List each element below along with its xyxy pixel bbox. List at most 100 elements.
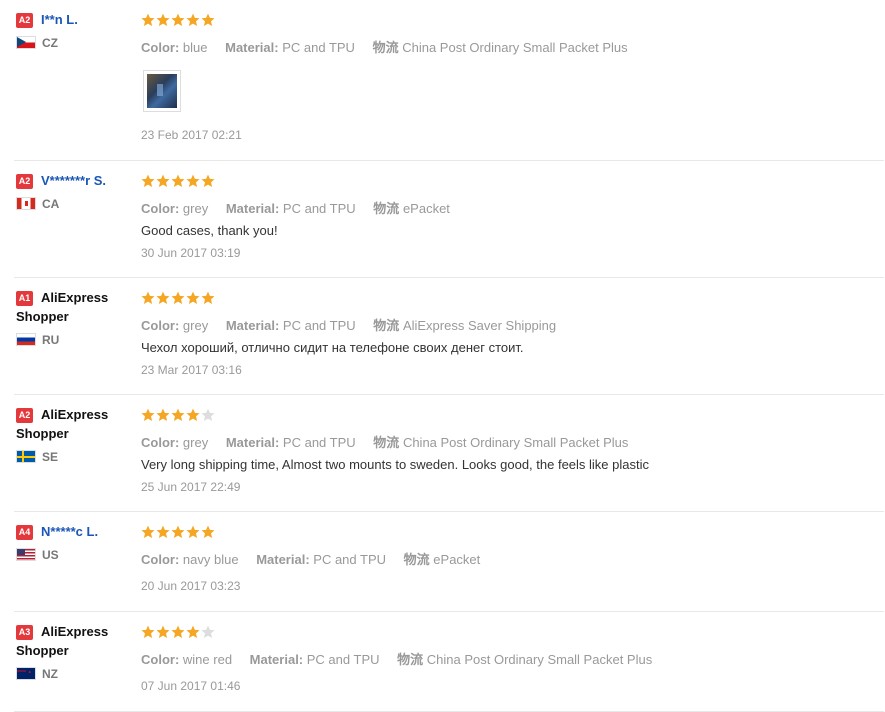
- review-item: A2 V*******r S. CA Color: grey Material: …: [14, 161, 884, 278]
- star-filled-icon: [141, 13, 155, 27]
- review-item: A2 I**n L. CZ Color: blue Material: PC an…: [14, 0, 884, 161]
- rating-stars: [141, 625, 216, 641]
- attr-color: wine red: [182, 652, 233, 667]
- product-attributes: Color: blue Material: PC and TPU 物流 Chin…: [141, 40, 628, 55]
- star-empty-icon: [201, 625, 215, 639]
- attr-shipping: China Post Ordinary Small Packet Plus: [426, 652, 653, 667]
- reviewer-name: AliExpress: [41, 624, 109, 639]
- star-filled-icon: [171, 625, 185, 639]
- star-filled-icon: [171, 13, 185, 27]
- attr-color: grey: [182, 318, 209, 333]
- product-attributes: Color: grey Material: PC and TPU 物流 Chin…: [141, 435, 629, 450]
- buyer-level-badge: A4: [16, 525, 33, 540]
- star-filled-icon: [186, 174, 200, 188]
- star-filled-icon: [186, 625, 200, 639]
- reviewer-country: SE: [16, 449, 136, 465]
- attr-shipping: ePacket: [433, 552, 481, 567]
- review-item: A3 AliExpress Shopper NZ Color: wine red …: [14, 612, 884, 712]
- star-filled-icon: [186, 525, 200, 539]
- reviewer-info: A2 V*******r S. CA: [16, 171, 136, 212]
- reviewer-name[interactable]: V*******r S.: [41, 173, 106, 188]
- reviewer-country: CA: [16, 196, 136, 212]
- star-filled-icon: [186, 291, 200, 305]
- star-filled-icon: [186, 13, 200, 27]
- star-filled-icon: [171, 525, 185, 539]
- reviewer-name-line2: Shopper: [16, 643, 69, 658]
- star-filled-icon: [156, 13, 170, 27]
- rating-stars: [141, 174, 216, 190]
- reviewer-info: A2 I**n L. CZ: [16, 10, 136, 51]
- star-filled-icon: [141, 291, 155, 305]
- product-attributes: Color: wine red Material: PC and TPU 物流 …: [141, 652, 653, 667]
- flag-nz-icon: [16, 664, 36, 680]
- review-item: A4 N*****c L. US Color: navy blue Materia…: [14, 512, 884, 612]
- flag-ru-icon: [16, 333, 36, 346]
- reviewer-info: A1 AliExpress Shopper RU: [16, 288, 136, 348]
- star-filled-icon: [141, 525, 155, 539]
- star-filled-icon: [171, 408, 185, 422]
- review-text: Good cases, thank you!: [141, 223, 278, 238]
- attr-material: PC and TPU: [282, 201, 356, 216]
- buyer-level-badge: A2: [16, 408, 33, 423]
- star-filled-icon: [201, 525, 215, 539]
- star-filled-icon: [156, 408, 170, 422]
- attr-shipping: China Post Ordinary Small Packet Plus: [402, 40, 628, 55]
- reviewer-name: AliExpress: [41, 407, 109, 422]
- star-filled-icon: [171, 291, 185, 305]
- buyer-level-badge: A2: [16, 174, 33, 189]
- reviewer-country: US: [16, 547, 136, 563]
- buyer-level-badge: A3: [16, 625, 33, 640]
- star-filled-icon: [186, 408, 200, 422]
- review-date: 25 Jun 2017 22:49: [141, 480, 241, 494]
- flag-ca-icon: [16, 197, 36, 210]
- reviewer-country: RU: [16, 332, 136, 348]
- star-filled-icon: [201, 174, 215, 188]
- rating-stars: [141, 13, 216, 29]
- star-empty-icon: [201, 408, 215, 422]
- attr-shipping: China Post Ordinary Small Packet Plus: [402, 435, 629, 450]
- attr-color: grey: [182, 435, 209, 450]
- review-text: Чехол хороший, отлично сидит на телефоне…: [141, 340, 524, 355]
- attr-shipping: ePacket: [402, 201, 450, 216]
- flag-se-icon: [16, 450, 36, 463]
- review-item: A2 AliExpress Shopper SE Color: grey Mate…: [14, 395, 884, 512]
- star-filled-icon: [156, 525, 170, 539]
- reviewer-name[interactable]: I**n L.: [41, 12, 78, 27]
- reviewer-info: A3 AliExpress Shopper NZ: [16, 622, 136, 682]
- attr-material: PC and TPU: [313, 552, 387, 567]
- rating-stars: [141, 408, 216, 424]
- buyer-level-badge: A2: [16, 13, 33, 28]
- reviewer-name[interactable]: N*****c L.: [41, 524, 98, 539]
- star-filled-icon: [156, 174, 170, 188]
- product-attributes: Color: grey Material: PC and TPU 物流 AliE…: [141, 318, 557, 333]
- product-attributes: Color: grey Material: PC and TPU 物流 ePac…: [141, 201, 450, 216]
- flag-us-icon: [16, 548, 36, 561]
- review-date: 07 Jun 2017 01:46: [141, 679, 241, 693]
- review-text: Very long shipping time, Almost two moun…: [141, 457, 649, 472]
- reviewer-name: AliExpress: [41, 290, 109, 305]
- product-attributes: Color: navy blue Material: PC and TPU 物流…: [141, 552, 481, 567]
- attr-color: navy blue: [182, 552, 239, 567]
- rating-stars: [141, 291, 216, 307]
- star-filled-icon: [156, 291, 170, 305]
- rating-stars: [141, 525, 216, 541]
- attr-material: PC and TPU: [282, 318, 356, 333]
- attr-material: PC and TPU: [282, 40, 355, 55]
- star-filled-icon: [141, 174, 155, 188]
- flag-cz-icon: [16, 36, 36, 49]
- star-filled-icon: [141, 625, 155, 639]
- attr-material: PC and TPU: [282, 435, 356, 450]
- attr-material: PC and TPU: [306, 652, 380, 667]
- review-photo-thumbnail[interactable]: [143, 70, 181, 112]
- attr-color: grey: [182, 201, 209, 216]
- review-date: 23 Mar 2017 03:16: [141, 363, 242, 377]
- review-date: 20 Jun 2017 03:23: [141, 579, 241, 593]
- star-filled-icon: [201, 291, 215, 305]
- reviewer-country: CZ: [16, 35, 136, 51]
- reviewer-country: NZ: [16, 664, 136, 682]
- attr-shipping: AliExpress Saver Shipping: [402, 318, 557, 333]
- star-filled-icon: [171, 174, 185, 188]
- star-filled-icon: [141, 408, 155, 422]
- review-item: A1 AliExpress Shopper RU Color: grey Mate…: [14, 278, 884, 395]
- reviewer-info: A4 N*****c L. US: [16, 522, 136, 563]
